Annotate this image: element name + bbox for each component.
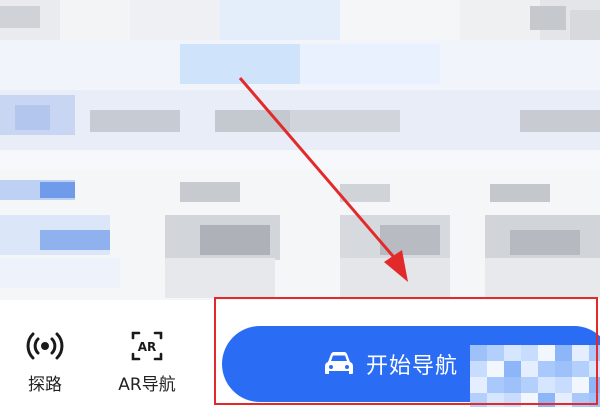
blur-block [40,182,75,198]
blur-block [60,0,130,40]
ar-navigation-label: AR导航 [118,375,176,395]
explore-route-label: 探路 [28,375,62,395]
ar-navigation-button[interactable]: AR AR导航 [102,328,192,400]
blur-block [490,184,550,202]
explore-route-icon [23,328,67,364]
censor-tile [538,361,555,377]
blur-block [215,110,290,132]
censor-tile [555,361,572,377]
censor-tile [504,361,521,377]
blur-block [340,0,460,40]
censor-tile [470,345,487,361]
blur-block [130,0,220,40]
censor-tile [555,345,572,361]
blur-block [200,225,270,255]
blur-block [340,258,450,298]
blur-block [340,184,390,202]
blur-block [0,258,120,288]
car-icon [322,349,356,379]
censor-tile [521,393,538,407]
censor-tile [470,393,487,407]
blur-block [180,182,240,202]
censor-tile [555,393,572,407]
censor-tile [470,361,487,377]
censor-tile [470,377,487,393]
blur-block [380,225,440,255]
blur-block [0,150,600,170]
blur-block [40,230,110,250]
censor-tile [521,361,538,377]
blur-block [15,105,50,130]
censor-tile [487,377,504,393]
censor-tile [487,361,504,377]
blur-block [570,10,600,40]
censor-tile [589,377,600,393]
censor-tile [504,393,521,407]
censor-tile [521,377,538,393]
censor-tile [538,345,555,361]
blur-block [0,6,40,28]
censor-tile [521,345,538,361]
censor-tile [555,377,572,393]
map-screen: 探路 AR AR导航 开始导航 [0,0,600,407]
blur-block [510,230,580,255]
censor-tile [589,393,600,407]
blur-block [165,258,275,298]
censor-tile [538,393,555,407]
blur-block [300,44,440,84]
censor-tile [572,345,589,361]
blur-block [530,6,566,30]
ar-badge-text: AR [138,340,157,354]
start-navigation-label: 开始导航 [366,354,459,379]
blur-block [485,258,600,298]
censor-tile [487,393,504,407]
explore-route-button[interactable]: 探路 [0,328,90,400]
censor-tile [504,377,521,393]
censor-tile [487,345,504,361]
blur-block [460,0,540,40]
censor-tile [589,345,600,361]
censor-tile [572,393,589,407]
censor-tile [572,377,589,393]
censor-mosaic [470,345,600,407]
blur-block [290,110,400,132]
censor-tile [589,361,600,377]
ar-icon: AR [125,328,169,364]
blur-block [90,110,180,132]
censor-tile [504,345,521,361]
blur-block [180,44,300,84]
blur-block [220,0,340,40]
blur-block [520,110,600,132]
censor-tile [538,377,555,393]
censor-tile [572,361,589,377]
